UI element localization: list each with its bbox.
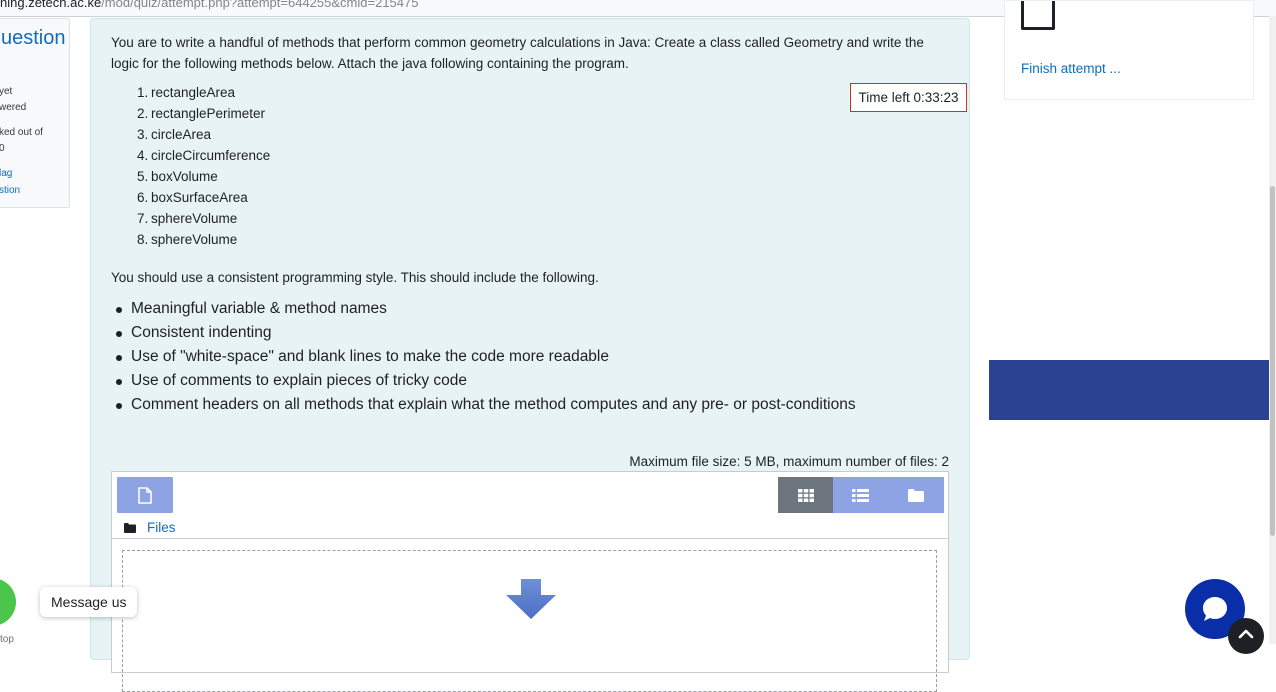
style-intro-text: You should use a consistent programming … — [111, 270, 599, 285]
list-icon — [852, 488, 870, 502]
status-line-2: wered — [0, 102, 27, 113]
flag-question-link[interactable]: lag — [0, 165, 12, 182]
divider — [112, 538, 948, 539]
view-list-button[interactable] — [833, 477, 889, 513]
back-to-top-button[interactable] — [1228, 618, 1264, 654]
file-limit-text: Maximum file size: 5 MB, maximum number … — [629, 454, 949, 469]
view-icons-button[interactable] — [778, 477, 834, 513]
list-item: 4. circleCircumference — [137, 148, 271, 163]
url-text: hing.zetech.ac.ke/mod/quiz/attempt.php?a… — [0, 0, 418, 10]
list-item: Use of comments to explain pieces of tri… — [116, 369, 856, 393]
marks-line-2: 0 — [0, 143, 5, 154]
question-number: uestion — [1, 27, 66, 49]
scrollbar-thumb[interactable] — [1270, 186, 1275, 536]
page-scrollbar[interactable] — [1269, 16, 1276, 644]
status-line-1: yet — [0, 86, 13, 97]
list-item: 3. circleArea — [137, 127, 212, 142]
list-item: 8. sphereVolume — [137, 232, 238, 247]
folder-icon — [124, 522, 136, 533]
method-list: 1. rectangleArea 2. rectanglePerimeter 3. c… — [137, 82, 271, 250]
question-nav-button[interactable] — [1021, 1, 1055, 30]
file-drop-zone[interactable] — [122, 550, 937, 692]
question-content: You are to write a handful of methods th… — [90, 18, 970, 692]
message-us-tooltip[interactable]: Message us — [40, 587, 138, 617]
list-item: 7. sphereVolume — [137, 211, 238, 226]
chat-bubble-icon — [1203, 597, 1227, 621]
breadcrumb-files-link[interactable]: Files — [147, 520, 176, 535]
add-file-button[interactable] — [117, 477, 173, 513]
quiz-navigation-block: Finish attempt ... — [1004, 0, 1254, 100]
url-path: /mod/quiz/attempt.php?attempt=644255&cmi… — [101, 0, 419, 10]
view-switcher — [778, 477, 944, 513]
flag-question-link-2[interactable]: stion — [0, 182, 20, 199]
grid-icon — [797, 488, 814, 502]
sidebar-banner — [989, 360, 1269, 420]
list-item: Meaningful variable & method names — [116, 297, 856, 321]
list-item: 6. boxSurfaceArea — [137, 190, 248, 205]
finish-attempt-link[interactable]: Finish attempt ... — [1021, 61, 1121, 76]
file-manager: Files — [111, 471, 949, 692]
question-info-panel: uestion yet wered ked out of 0 lag stion — [0, 18, 70, 208]
list-item: 1. rectangleArea — [137, 85, 236, 100]
marks-line-1: ked out of — [0, 127, 43, 138]
folder-icon — [908, 488, 925, 502]
bottom-left-label: top — [0, 634, 14, 645]
list-item: Consistent indenting — [116, 321, 856, 345]
file-icon — [138, 486, 152, 504]
list-item: 2. rectanglePerimeter — [137, 106, 266, 121]
style-requirements-list: Meaningful variable & method names Consi… — [116, 297, 856, 417]
whatsapp-button[interactable] — [0, 578, 16, 626]
question-intro: You are to write a handful of methods th… — [111, 35, 924, 71]
view-tree-button[interactable] — [888, 477, 944, 513]
url-host: hing.zetech.ac.ke — [0, 0, 102, 10]
download-arrow-icon — [506, 579, 556, 619]
list-item: 5. boxVolume — [137, 169, 218, 184]
chevron-up-icon — [1238, 629, 1254, 639]
quiz-timer: Time left 0:33:23 — [850, 83, 967, 112]
list-item: Use of "white-space" and blank lines to … — [116, 345, 856, 369]
breadcrumb: Files — [124, 520, 176, 535]
list-item: Comment headers on all methods that expl… — [116, 393, 856, 417]
